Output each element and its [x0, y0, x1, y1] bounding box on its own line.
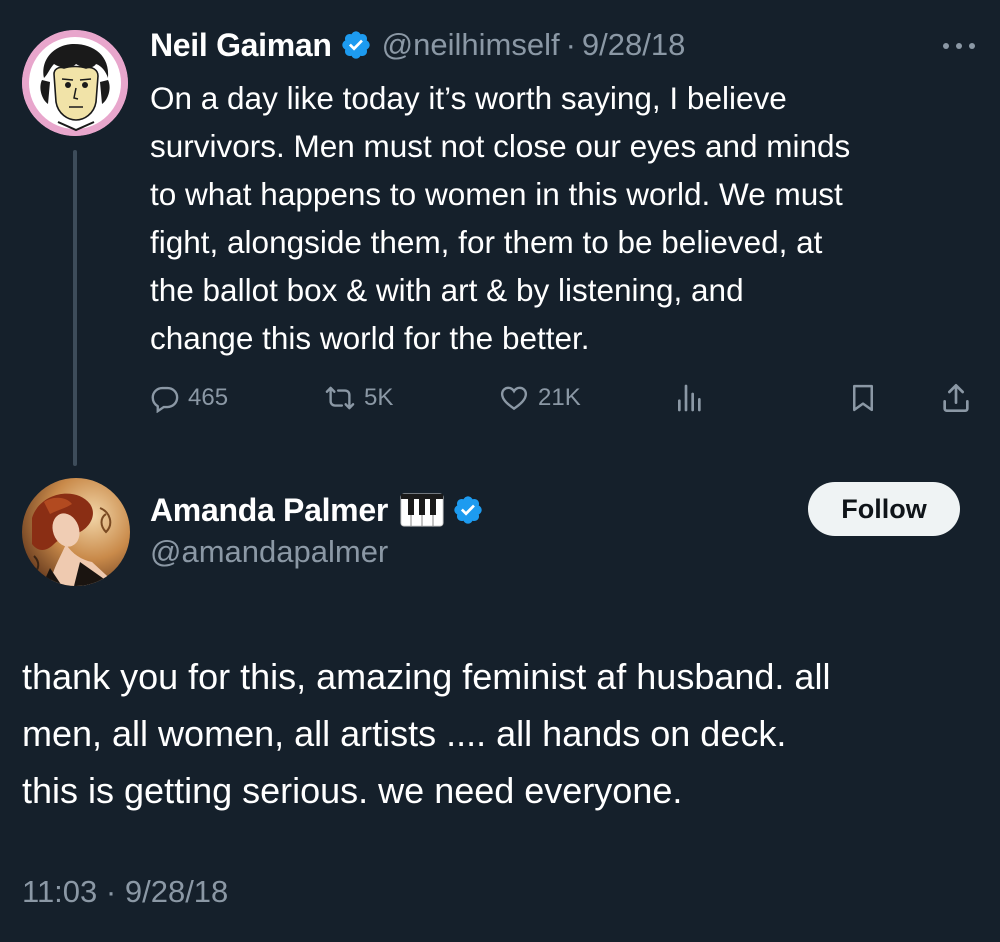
reply-tweet-header: Amanda Palmer: [150, 488, 484, 532]
follow-button[interactable]: Follow: [808, 482, 960, 536]
like-button[interactable]: 21K: [498, 374, 581, 422]
share-icon: [943, 384, 969, 412]
analytics-icon: [678, 384, 701, 412]
bookmark-icon: [853, 384, 873, 412]
reply-time: 11:03: [22, 874, 98, 909]
verified-badge-icon: [454, 496, 482, 524]
reply-date: 9/28/18: [124, 874, 229, 909]
tweet-action-bar: 465 5K 21K: [150, 374, 980, 422]
share-button[interactable]: [940, 374, 972, 422]
reply-tweet-text: thank you for this, amazing feminist af …: [22, 656, 831, 811]
photo-avatar-icon: [22, 478, 130, 586]
retweet-icon: [325, 386, 355, 410]
reply-author-display-name[interactable]: Amanda Palmer: [150, 492, 388, 529]
reply-timestamp[interactable]: 11:03 · 9/28/18: [22, 874, 228, 910]
retweet-count: 5K: [364, 384, 394, 411]
parent-tweet-header: Neil Gaiman @neilhimself · 9/28/18: [150, 24, 685, 66]
like-count: 21K: [538, 384, 581, 411]
tweet-date[interactable]: 9/28/18: [582, 27, 685, 63]
more-dots-icon[interactable]: [940, 36, 980, 56]
heart-icon: [500, 386, 528, 411]
reply-author-handle[interactable]: @amandapalmer: [150, 534, 388, 570]
thread-connector-line: [73, 150, 77, 466]
bookmark-button[interactable]: [848, 374, 878, 422]
views-button[interactable]: [674, 374, 706, 422]
separator-dot: ·: [105, 874, 117, 909]
amanda-palmer-avatar[interactable]: [22, 478, 130, 586]
author-handle[interactable]: @neilhimself: [382, 27, 560, 63]
reply-icon: [151, 386, 179, 413]
cartoon-portrait-icon: [22, 30, 128, 136]
retweet-button[interactable]: 5K: [324, 374, 393, 422]
separator-dot: ·: [565, 27, 576, 62]
reply-count: 465: [188, 384, 229, 411]
author-display-name[interactable]: Neil Gaiman: [150, 27, 332, 64]
neil-gaiman-avatar[interactable]: [22, 30, 128, 136]
parent-tweet-text: On a day like today it’s worth saying, I…: [150, 80, 851, 356]
reply-button[interactable]: 465: [150, 374, 228, 422]
piano-emoji-icon: [400, 493, 444, 527]
verified-badge-icon: [341, 31, 370, 59]
